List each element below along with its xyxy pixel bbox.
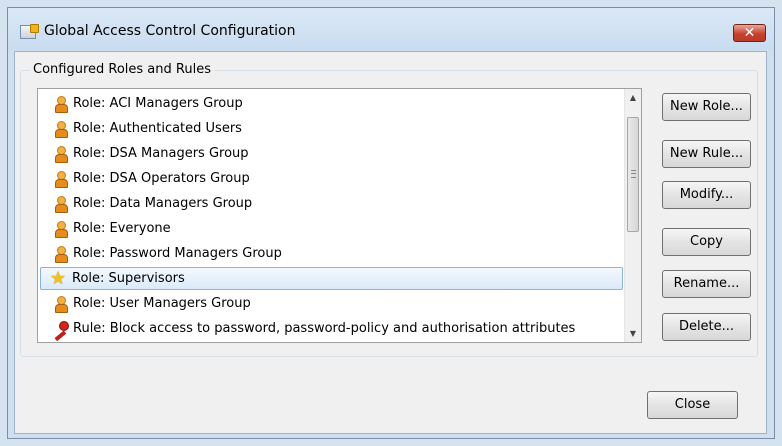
list-item[interactable]: Role: DSA Operators Group (38, 166, 625, 191)
role-person-icon (53, 245, 69, 263)
role-person-icon (53, 95, 69, 113)
list-item-label: Role: Password Managers Group (73, 246, 282, 261)
copy-button[interactable]: Copy (662, 228, 751, 256)
role-person-icon (53, 120, 69, 138)
list-scrollbar[interactable]: ▲ ▼ (624, 89, 641, 342)
list-item-label: Role: Data Managers Group (73, 196, 253, 211)
role-person-icon (53, 195, 69, 213)
list-item[interactable]: ★ Role: Supervisors (38, 266, 625, 291)
list-item[interactable]: Role: Data Managers Group (38, 191, 625, 216)
list-item[interactable]: Role: Authenticated Users (38, 116, 625, 141)
scroll-down-arrow-icon[interactable]: ▼ (625, 325, 641, 342)
modify-button[interactable]: Modify... (662, 181, 751, 209)
list-item-label: Role: Authenticated Users (73, 121, 242, 136)
list-item-label: Role: Supervisors (72, 271, 185, 286)
app-icon (20, 24, 39, 39)
list-item-label: Role: DSA Managers Group (73, 146, 249, 161)
list-item-label: Role: ACI Managers Group (73, 96, 243, 111)
list-item[interactable]: Rule: Block access to password, password… (38, 316, 625, 341)
new-rule-button[interactable]: New Rule... (662, 140, 751, 168)
title-bar[interactable]: Global Access Control Configuration ✕ (8, 8, 774, 50)
list-item[interactable]: Role: User Managers Group (38, 291, 625, 316)
scroll-thumb[interactable] (627, 117, 639, 232)
list-item-label: Role: Everyone (73, 221, 171, 236)
rename-button[interactable]: Rename... (662, 270, 751, 298)
role-person-icon (53, 295, 69, 313)
rule-key-icon (53, 320, 69, 341)
list-item-label: Role: DSA Operators Group (73, 171, 250, 186)
list-item-label: Role: User Managers Group (73, 296, 251, 311)
group-label: Configured Roles and Rules (30, 62, 214, 77)
role-person-icon (53, 220, 69, 238)
roles-rules-list[interactable]: Role: ACI Managers Group Role: Authentica… (37, 88, 642, 343)
delete-button[interactable]: Delete... (662, 313, 751, 341)
list-item[interactable]: Role: Everyone (38, 216, 625, 241)
window-title: Global Access Control Configuration (44, 23, 296, 39)
role-person-icon (53, 145, 69, 163)
star-icon: ★ (50, 267, 67, 289)
window-close-button[interactable]: ✕ (733, 24, 766, 42)
list-item[interactable]: Role: DSA Managers Group (38, 141, 625, 166)
close-button[interactable]: Close (647, 391, 738, 419)
new-role-button[interactable]: New Role... (662, 93, 751, 121)
list-item[interactable]: Role: ACI Managers Group (38, 91, 625, 116)
role-person-icon (53, 170, 69, 188)
scroll-up-arrow-icon[interactable]: ▲ (625, 89, 641, 106)
list-item[interactable]: Role: Password Managers Group (38, 241, 625, 266)
list-item-label: Rule: Block access to password, password… (73, 321, 576, 336)
